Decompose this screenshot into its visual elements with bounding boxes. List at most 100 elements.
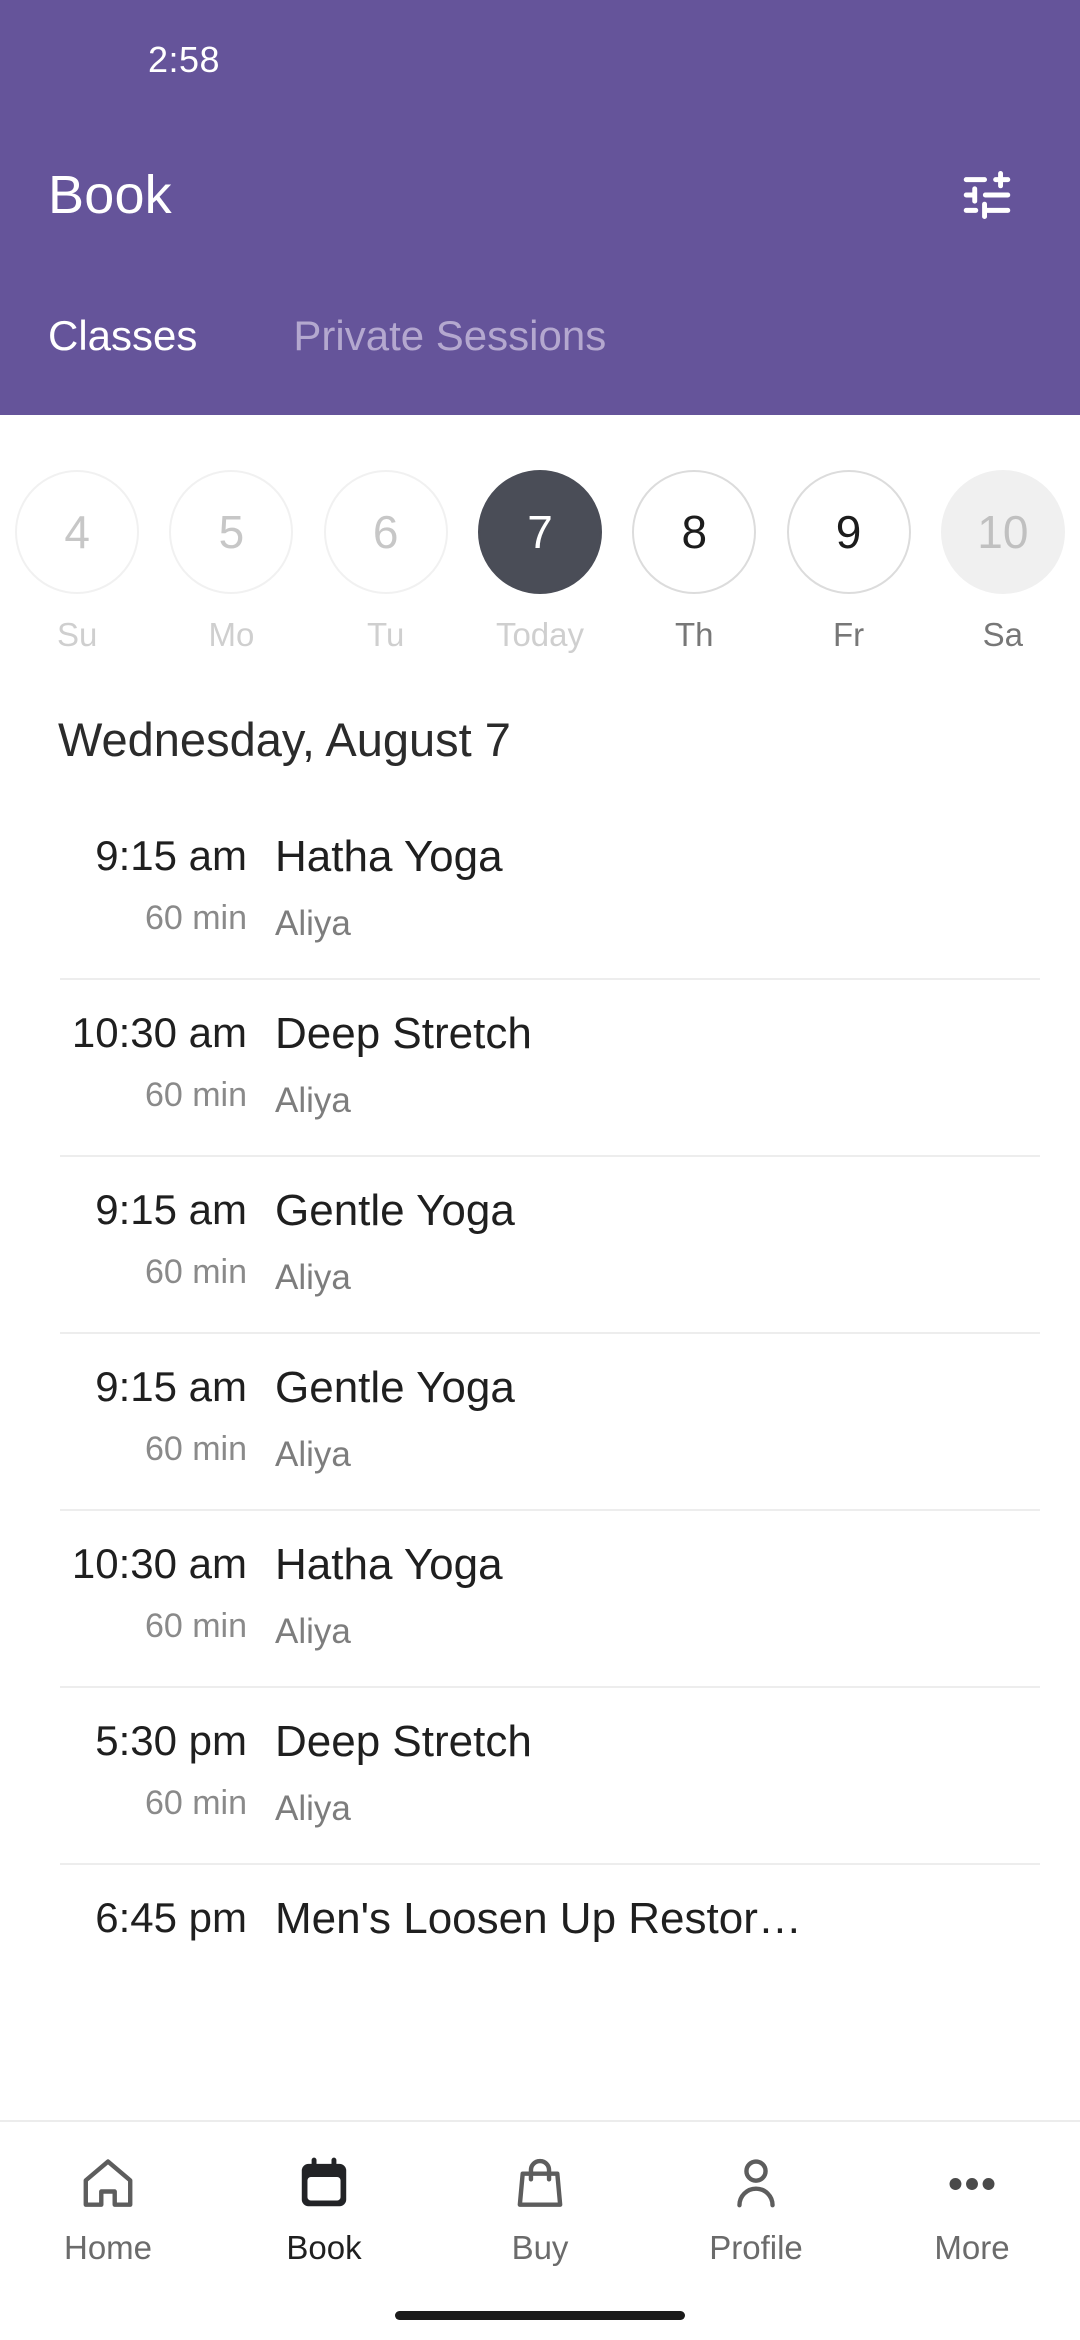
class-teacher: Aliya: [275, 904, 351, 944]
date-cell-9[interactable]: 9 Fr: [771, 470, 925, 654]
class-info-block: Gentle Yoga Aliya: [275, 1185, 1080, 1298]
nav-label: Book: [286, 2229, 362, 2266]
class-duration: 60 min: [144, 898, 247, 937]
class-row[interactable]: 9:15 am 60 min Gentle Yoga Aliya: [0, 1155, 1080, 1332]
class-time: 10:30 am: [71, 1540, 247, 1588]
nav-item-more[interactable]: More: [864, 2145, 1080, 2267]
class-name: Gentle Yoga: [275, 1363, 515, 1413]
nav-label: More: [934, 2229, 1010, 2266]
class-time: 9:15 am: [95, 1363, 247, 1411]
class-time-block: 10:30 am 60 min: [0, 1539, 275, 1646]
class-info-block: Deep Stretch Aliya: [275, 1716, 1080, 1829]
class-info-block: Men's Loosen Up Restor…: [275, 1893, 1080, 1966]
date-number: 8: [632, 470, 757, 594]
date-cell-4[interactable]: 4 Su: [0, 470, 154, 654]
class-name: Deep Stretch: [275, 1717, 532, 1767]
class-time-block: 10:30 am 60 min: [0, 1008, 275, 1115]
app-header: 2:58 Book Classes Private Sessions: [0, 0, 1080, 415]
nav-item-home[interactable]: Home: [0, 2145, 216, 2267]
app-bar: Book: [0, 120, 1080, 270]
header-tabs: Classes Private Sessions: [0, 270, 1080, 398]
date-number: 7: [477, 470, 602, 594]
class-row[interactable]: 9:15 am 60 min Hatha Yoga Aliya: [0, 801, 1080, 978]
nav-item-book[interactable]: Book: [216, 2145, 432, 2267]
date-number: 5: [169, 470, 294, 594]
class-time: 5:30 pm: [95, 1717, 247, 1765]
tab-classes[interactable]: Classes: [30, 312, 215, 398]
date-day-label: Tu: [367, 616, 405, 653]
class-time-block: 9:15 am 60 min: [0, 1362, 275, 1469]
class-name: Gentle Yoga: [275, 1186, 515, 1236]
nav-item-buy[interactable]: Buy: [432, 2145, 648, 2267]
class-info-block: Deep Stretch Aliya: [275, 1008, 1080, 1121]
date-number: 9: [786, 470, 911, 594]
class-teacher: Aliya: [275, 1258, 351, 1298]
bottom-navigation: Home Book Buy Profile More: [0, 2120, 1080, 2290]
calendar-icon: [293, 2145, 355, 2215]
date-cell-7-selected[interactable]: 7 Today: [463, 470, 617, 654]
nav-label: Profile: [709, 2229, 803, 2266]
date-day-label: Sa: [982, 616, 1024, 653]
class-time: 10:30 am: [71, 1009, 247, 1057]
class-teacher: Aliya: [275, 1612, 351, 1652]
class-time-block: 9:15 am 60 min: [0, 1185, 275, 1292]
date-day-label: Mo: [208, 616, 255, 653]
dots-icon: [941, 2145, 1003, 2215]
class-duration: 60 min: [144, 1783, 247, 1822]
class-teacher: Aliya: [275, 1789, 351, 1829]
class-time: 9:15 am: [95, 832, 247, 879]
class-teacher: Aliya: [275, 1435, 351, 1475]
status-bar: 2:58: [0, 0, 1080, 120]
class-name: Hatha Yoga: [275, 1540, 503, 1590]
date-strip[interactable]: 4 Su 5 Mo 6 Tu 7 Today 8 Th 9 Fr 10 Sa: [0, 415, 1080, 660]
class-duration: 60 min: [144, 1075, 247, 1114]
date-day-label: Fr: [832, 616, 865, 653]
class-row[interactable]: 5:30 pm 60 min Deep Stretch Aliya: [0, 1686, 1080, 1863]
nav-item-profile[interactable]: Profile: [648, 2145, 864, 2267]
home-indicator-bar[interactable]: [395, 2310, 685, 2320]
tune-filter-icon: [963, 170, 1011, 220]
nav-label: Home: [63, 2229, 153, 2266]
class-duration: 60 min: [144, 1606, 247, 1645]
class-info-block: Hatha Yoga Aliya: [275, 1539, 1080, 1652]
page-title: Book: [48, 165, 172, 225]
class-row[interactable]: 10:30 am 60 min Deep Stretch Aliya: [0, 978, 1080, 1155]
class-teacher: Aliya: [275, 1081, 351, 1121]
class-name: Men's Loosen Up Restor…: [275, 1894, 802, 1944]
class-name: Hatha Yoga: [275, 832, 503, 881]
date-number: 4: [15, 470, 140, 594]
class-row[interactable]: 10:30 am 60 min Hatha Yoga Aliya: [0, 1509, 1080, 1686]
date-day-label: Today: [495, 616, 585, 653]
class-name: Deep Stretch: [275, 1009, 532, 1059]
date-day-label: Th: [675, 616, 714, 653]
status-time: 2:58: [148, 39, 221, 80]
date-number: 10: [940, 470, 1065, 594]
class-list: 9:15 am 60 min Hatha Yoga Aliya 10:30 am…: [0, 767, 1080, 2120]
day-heading: Wednesday, August 7: [58, 713, 511, 766]
class-info-block: Gentle Yoga Aliya: [275, 1362, 1080, 1475]
class-duration: 60 min: [144, 1252, 247, 1291]
date-cell-6[interactable]: 6 Tu: [309, 470, 463, 654]
class-time-block: 5:30 pm 60 min: [0, 1716, 275, 1823]
date-day-label: Su: [56, 616, 98, 653]
class-time: 6:45 pm: [95, 1894, 247, 1942]
date-cell-8[interactable]: 8 Th: [617, 470, 771, 654]
date-number: 6: [323, 470, 448, 594]
tab-private-sessions[interactable]: Private Sessions: [275, 312, 624, 398]
class-duration: 60 min: [144, 1429, 247, 1468]
app-screen: 2:58 Book Classes Private Sessions 4 Su …: [0, 0, 1080, 2340]
home-icon: [77, 2145, 139, 2215]
class-time-block: 9:15 am 60 min: [0, 831, 275, 938]
class-time-block: 6:45 pm: [0, 1893, 275, 1961]
filter-button[interactable]: [942, 150, 1032, 240]
class-row[interactable]: 6:45 pm Men's Loosen Up Restor…: [0, 1863, 1080, 2000]
person-icon: [725, 2145, 787, 2215]
class-time: 9:15 am: [95, 1186, 247, 1234]
nav-label: Buy: [511, 2229, 569, 2266]
date-cell-10[interactable]: 10 Sa: [926, 470, 1080, 654]
date-cell-5[interactable]: 5 Mo: [154, 470, 308, 654]
class-info-block: Hatha Yoga Aliya: [275, 831, 1080, 944]
class-row[interactable]: 9:15 am 60 min Gentle Yoga Aliya: [0, 1332, 1080, 1509]
bag-icon: [509, 2145, 571, 2215]
home-indicator-area: [0, 2290, 1080, 2340]
